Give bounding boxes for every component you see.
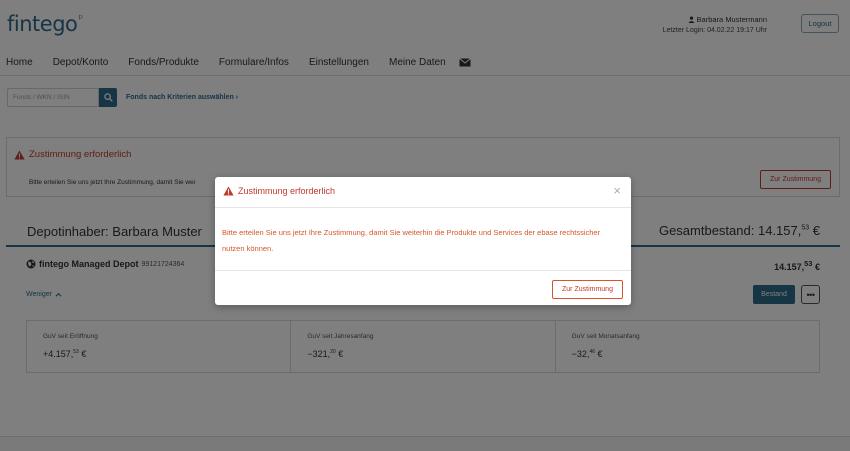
- modal-title-text: Zustimmung erforderlich: [238, 186, 336, 196]
- modal-footer: Zur Zustimmung: [215, 270, 631, 305]
- modal-consent-button[interactable]: Zur Zustimmung: [552, 280, 623, 299]
- warning-icon: [223, 186, 234, 196]
- close-icon[interactable]: ×: [613, 184, 621, 198]
- modal-title: Zustimmung erforderlich: [223, 186, 335, 196]
- modal-body-text: Bitte erteilen Sie uns jetzt Ihre Zustim…: [222, 228, 601, 253]
- consent-modal: Zustimmung erforderlich × Bitte erteilen…: [215, 177, 631, 305]
- modal-header: Zustimmung erforderlich ×: [215, 177, 631, 208]
